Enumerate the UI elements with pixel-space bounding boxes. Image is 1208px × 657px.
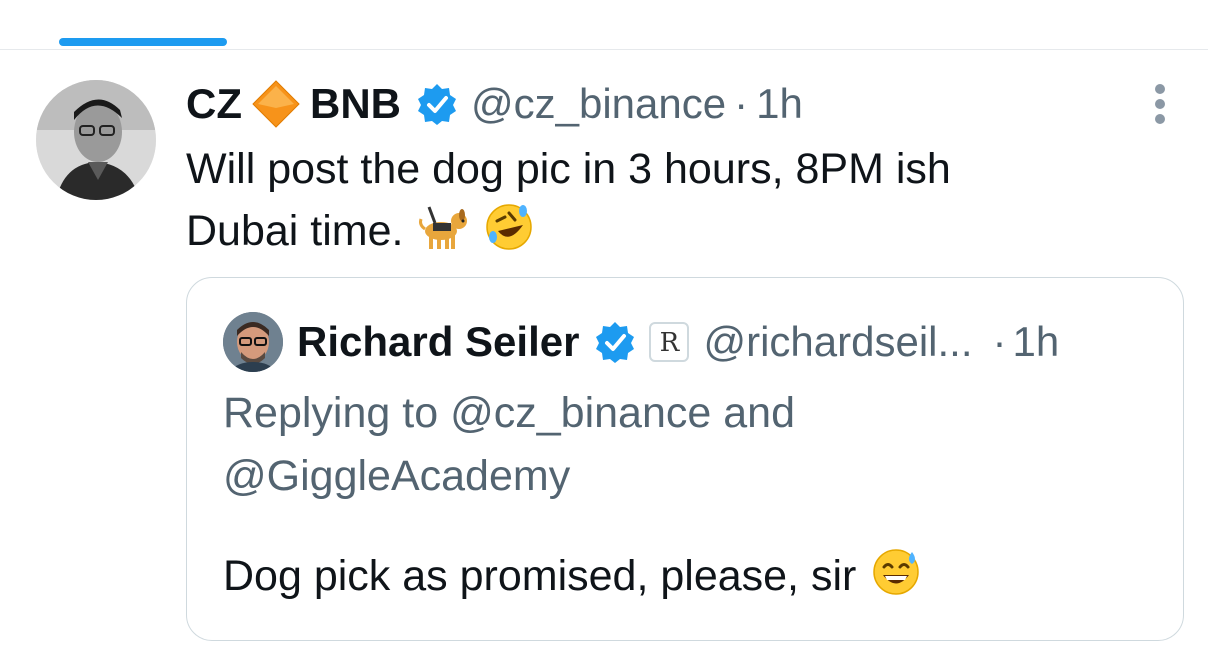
orange-diamond-icon xyxy=(250,78,302,130)
rolling-on-floor-laughing-icon xyxy=(483,201,539,253)
replying-user-link[interactable]: @GiggleAcademy xyxy=(223,452,570,500)
grinning-sweat-icon xyxy=(868,546,924,598)
quoted-tweet-card[interactable]: Richard Seiler R @richardseil... · 1h Re… xyxy=(186,277,1184,641)
quoted-tweet-text: Dog pick as promised, please, sir xyxy=(223,546,924,606)
display-name-suffix[interactable]: BNB xyxy=(310,80,401,128)
affiliate-badge-letter: R xyxy=(659,328,680,358)
tweet-text-line: Will post the dog pic in 3 hours, 8PM is… xyxy=(186,145,951,193)
quoted-user-handle[interactable]: @richardseil... xyxy=(703,318,972,366)
quoted-text: Dog pick as promised, please, sir xyxy=(223,552,857,600)
more-options-icon[interactable] xyxy=(1148,84,1172,124)
quoted-tweet-header: Richard Seiler R @richardseil... · 1h xyxy=(297,314,1059,370)
verified-badge-icon[interactable] xyxy=(415,82,459,126)
avatar[interactable] xyxy=(36,80,156,200)
tweet-text-line: Dubai time. xyxy=(186,207,404,255)
display-name[interactable]: CZ xyxy=(186,80,242,128)
tweet-timestamp[interactable]: 1h xyxy=(756,80,803,128)
timeline-view: CZ BNB @cz_binance · 1h Will post the do… xyxy=(0,0,1208,657)
user-handle[interactable]: @cz_binance xyxy=(471,80,726,128)
quoted-avatar-image xyxy=(223,312,283,372)
affiliate-badge-icon[interactable]: R xyxy=(649,322,690,362)
replying-user-link[interactable]: @cz_binance xyxy=(450,389,711,437)
tab-bar xyxy=(0,0,1208,50)
replying-prefix: Replying to xyxy=(223,389,439,437)
tweet-text: Will post the dog pic in 3 hours, 8PM is… xyxy=(186,138,1146,262)
replying-to-line: Replying to @cz_binance and @GiggleAcade… xyxy=(223,382,923,508)
quoted-display-name[interactable]: Richard Seiler xyxy=(297,318,579,366)
tweet-header: CZ BNB @cz_binance · 1h xyxy=(186,78,803,130)
avatar-image xyxy=(36,80,156,200)
quoted-timestamp[interactable]: 1h xyxy=(1013,318,1060,366)
tab-active-indicator xyxy=(59,38,227,46)
quoted-avatar[interactable] xyxy=(223,312,283,372)
guide-dog-icon xyxy=(415,201,471,253)
tweet[interactable]: CZ BNB @cz_binance · 1h Will post the do… xyxy=(0,50,1208,657)
meta-separator: · xyxy=(734,80,749,127)
replying-conjunction: and xyxy=(723,389,795,437)
meta-separator: · xyxy=(992,318,1007,365)
verified-badge-icon[interactable] xyxy=(593,320,637,364)
